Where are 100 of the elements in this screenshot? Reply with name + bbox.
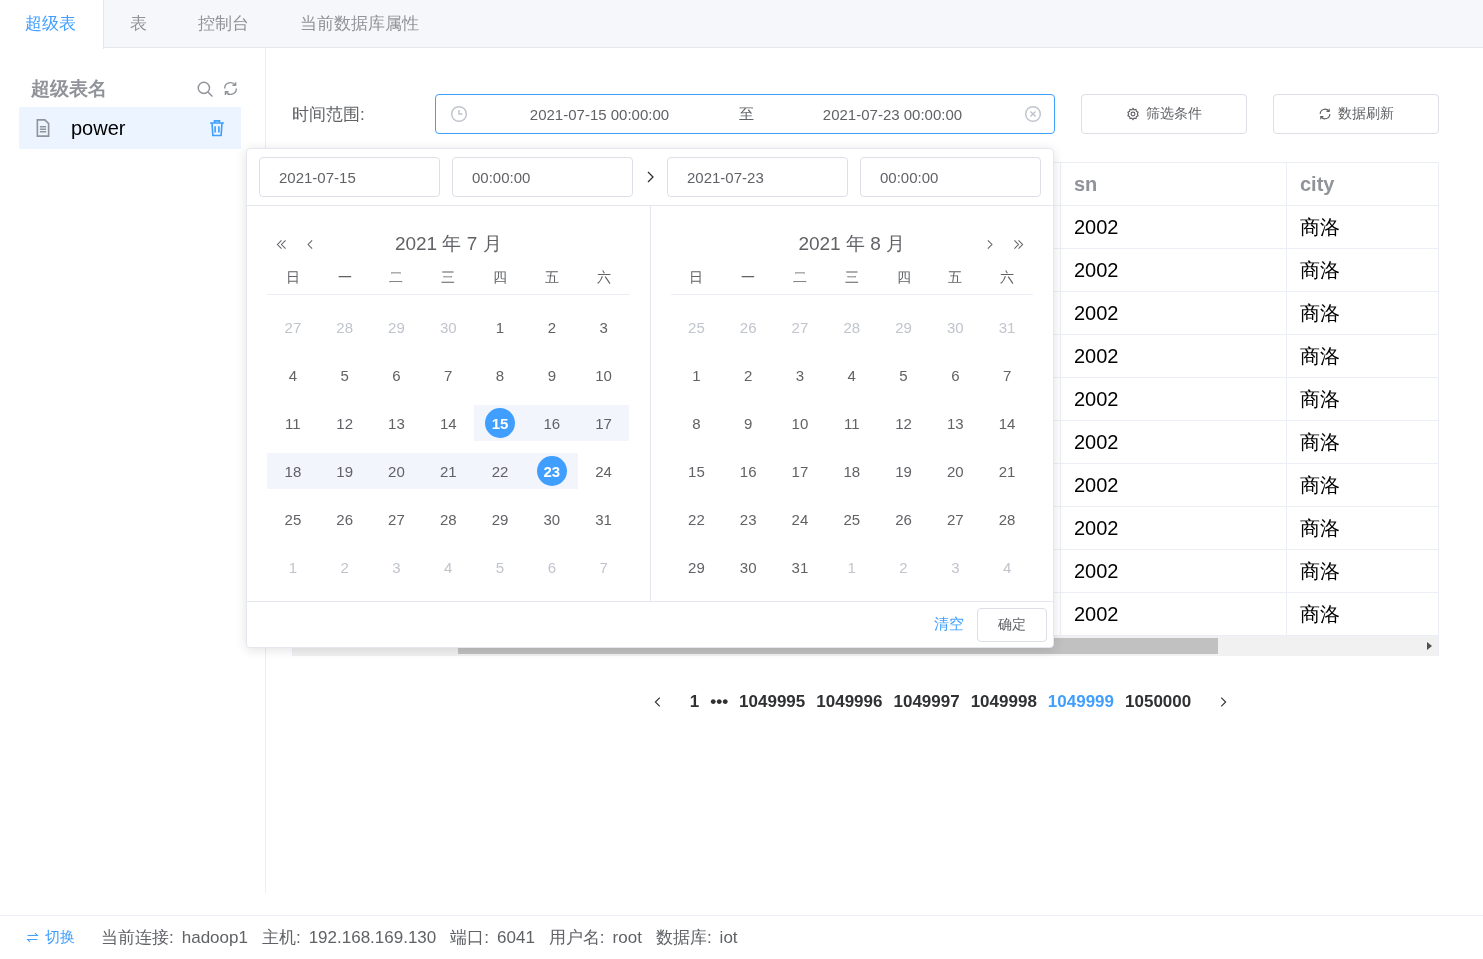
page-link[interactable]: 1050000: [1125, 692, 1192, 712]
time-input[interactable]: 00:00:00: [452, 157, 633, 197]
calendar-day[interactable]: 16: [536, 408, 567, 438]
calendar-day[interactable]: 28: [992, 504, 1023, 534]
calendar-day[interactable]: 9: [733, 408, 764, 438]
calendar-day[interactable]: 1: [681, 360, 712, 390]
double-chevron-right-icon[interactable]: [1012, 237, 1025, 251]
table-cell: 商洛: [1286, 421, 1438, 463]
calendar-day[interactable]: 18: [277, 456, 308, 486]
refresh-button[interactable]: 数据刷新: [1273, 94, 1439, 134]
table-cell: 商洛: [1286, 464, 1438, 506]
weekday-label: 一: [740, 269, 757, 287]
status-value: 6041: [497, 927, 535, 948]
calendar-day[interactable]: 12: [888, 408, 919, 438]
calendar-day[interactable]: 8: [485, 360, 515, 390]
page-link[interactable]: 1: [689, 692, 700, 712]
calendar-day[interactable]: 13: [381, 408, 412, 438]
calendar-day[interactable]: 29: [681, 552, 712, 582]
page-link[interactable]: 1049996: [816, 692, 883, 712]
calendar-day[interactable]: 1: [485, 312, 515, 342]
table-cell: 2002: [1060, 206, 1286, 248]
calendar-day[interactable]: 31: [784, 552, 815, 582]
calendar-day[interactable]: 28: [433, 504, 464, 534]
calendar-day[interactable]: 21: [433, 456, 464, 486]
calendar-day[interactable]: 8: [681, 408, 712, 438]
calendar-day[interactable]: 22: [681, 504, 712, 534]
time-input[interactable]: 00:00:00: [860, 157, 1041, 197]
month-title: 2021 年 8 月: [797, 232, 907, 256]
calendar-day[interactable]: 30: [733, 552, 764, 582]
filter-button[interactable]: 筛选条件: [1081, 94, 1247, 134]
refresh-icon[interactable]: [222, 80, 239, 97]
calendar-day[interactable]: 29: [485, 504, 515, 534]
page-link[interactable]: 1049995: [739, 692, 806, 712]
calendar-day[interactable]: 3: [588, 312, 619, 342]
weekday-label: 日: [284, 269, 301, 287]
calendar-day[interactable]: 24: [588, 456, 619, 486]
calendar-day[interactable]: 9: [536, 360, 567, 390]
calendar-day[interactable]: 6: [940, 360, 971, 390]
calendar-day[interactable]: 24: [784, 504, 815, 534]
date-range-field[interactable]: 2021-07-15 00:00:00 至 2021-07-23 00:00:00: [435, 94, 1055, 134]
calendar-day[interactable]: 17: [784, 456, 815, 486]
sidebar-item[interactable]: power: [19, 107, 241, 149]
table-cell: 商洛: [1286, 249, 1438, 291]
status-label: 数据库:: [655, 927, 712, 949]
calendar-day[interactable]: 21: [992, 456, 1023, 486]
calendar-day[interactable]: 2: [733, 360, 764, 390]
calendar-day[interactable]: 7: [433, 360, 464, 390]
table-cell: 2002: [1060, 378, 1286, 420]
calendar-day[interactable]: 25: [277, 504, 308, 534]
calendar-day[interactable]: 20: [940, 456, 971, 486]
calendar-day[interactable]: 13: [940, 408, 971, 438]
calendar-day[interactable]: 15: [681, 456, 712, 486]
status-label: 主机:: [261, 927, 301, 949]
date-input[interactable]: 2021-07-23: [667, 157, 848, 197]
calendar-day[interactable]: 31: [588, 504, 619, 534]
calendar-day[interactable]: 14: [433, 408, 464, 438]
calendar-day[interactable]: 7: [992, 360, 1023, 390]
calendar-day[interactable]: 30: [536, 504, 567, 534]
calendar-day[interactable]: 5: [329, 360, 360, 390]
calendar-day[interactable]: 27: [381, 504, 412, 534]
date-input[interactable]: 2021-07-15: [259, 157, 440, 197]
page-link[interactable]: 1049997: [893, 692, 960, 712]
page-link[interactable]: •••: [710, 692, 729, 712]
table-cell: 2002: [1060, 335, 1286, 377]
table-cell: 2002: [1060, 421, 1286, 463]
calendar-day[interactable]: 5: [888, 360, 919, 390]
page-link[interactable]: 1049998: [970, 692, 1037, 712]
calendar-day[interactable]: 22: [485, 456, 515, 486]
calendar-day[interactable]: 25: [836, 504, 867, 534]
search-icon[interactable]: [196, 80, 214, 98]
confirm-button[interactable]: 确定: [977, 607, 1047, 642]
calendar-day[interactable]: 19: [329, 456, 360, 486]
calendar-day[interactable]: 6: [381, 360, 412, 390]
calendar-day[interactable]: 27: [940, 504, 971, 534]
table-cell: 2002: [1060, 550, 1286, 592]
calendar-day[interactable]: 18: [836, 456, 867, 486]
calendar-day[interactable]: 10: [784, 408, 815, 438]
calendar-day[interactable]: 14: [992, 408, 1023, 438]
calendar-day[interactable]: 26: [329, 504, 360, 534]
refresh-icon: [1318, 107, 1332, 121]
table-cell: 2002: [1060, 292, 1286, 334]
calendar-day[interactable]: 4: [277, 360, 308, 390]
calendar-day[interactable]: 11: [277, 408, 308, 438]
calendar-day[interactable]: 16: [733, 456, 764, 486]
calendar-day[interactable]: 19: [888, 456, 919, 486]
calendar-day[interactable]: 12: [329, 408, 360, 438]
weekday-label: 六: [595, 269, 612, 287]
calendar-day[interactable]: 26: [888, 504, 919, 534]
calendar-day[interactable]: 17: [588, 408, 619, 438]
status-label: 当前连接:: [101, 927, 174, 949]
trash-icon[interactable]: [207, 118, 227, 138]
calendar-day[interactable]: 11: [836, 408, 867, 438]
calendar-day[interactable]: 23: [733, 504, 764, 534]
calendar-day[interactable]: 20: [381, 456, 412, 486]
calendar-day[interactable]: 10: [588, 360, 619, 390]
weekday-label: 一: [336, 269, 353, 287]
calendar-day[interactable]: 2: [536, 312, 567, 342]
calendar-day[interactable]: 3: [784, 360, 815, 390]
double-chevron-left-icon[interactable]: [275, 237, 288, 251]
calendar-day[interactable]: 4: [836, 360, 867, 390]
